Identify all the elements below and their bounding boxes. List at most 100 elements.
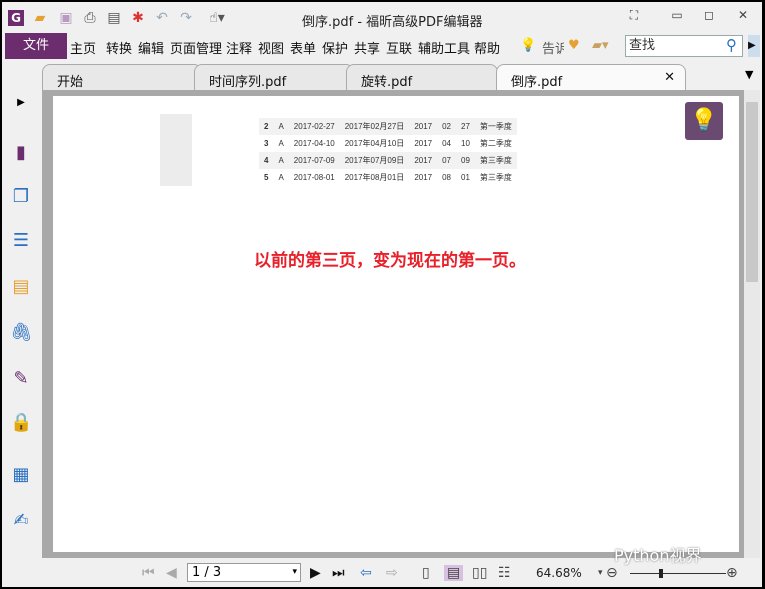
table-cell: 2017: [414, 173, 433, 182]
security-lock-icon[interactable]: 🔒: [10, 412, 32, 434]
menu-convert[interactable]: 转换: [106, 38, 132, 57]
menu-page-manage[interactable]: 页面管理: [170, 38, 222, 57]
table-cell: 10: [461, 139, 470, 148]
scrollbar-thumb[interactable]: [746, 102, 758, 282]
fullscreen-icon[interactable]: ⛶: [624, 8, 644, 23]
tab-list-icon[interactable]: ▼: [745, 68, 753, 81]
table-cell: 第二季度: [479, 139, 512, 148]
document-viewer[interactable]: 2 A 2017-02-27 2017年02月27日 2017 02 27 第一季度 3 A 201…: [42, 90, 760, 558]
undo-icon[interactable]: ↶: [154, 10, 170, 26]
menu-help[interactable]: 帮助: [474, 38, 500, 57]
table-cell: A: [278, 156, 284, 165]
form-fields-icon[interactable]: ▦: [10, 464, 32, 486]
previous-view-icon[interactable]: ⇦: [360, 565, 372, 581]
annotation-text: 以前的第三页，变为现在的第一页。: [254, 251, 526, 271]
document-tabs: 开始 时间序列.pdf 旋转.pdf 倒序.pdf ✕ ▼: [2, 62, 762, 90]
table-cell: 27: [461, 122, 470, 131]
menu-bar: 文件 主页 转换 编辑 页面管理 注释 视图 表单 保护 共享 互联 辅助工具 …: [2, 33, 762, 59]
table-cell: 2017-04-10: [293, 139, 335, 148]
menu-connect[interactable]: 互联: [386, 38, 412, 57]
menu-share[interactable]: 共享: [354, 38, 380, 57]
close-tab-icon[interactable]: ✕: [664, 70, 675, 85]
menu-view[interactable]: 视图: [258, 38, 284, 57]
tab-reverse[interactable]: 倒序.pdf ✕: [496, 64, 686, 90]
next-page-icon[interactable]: ▶: [310, 565, 321, 581]
layers-icon[interactable]: ☰: [10, 230, 32, 252]
table-cell: 2017年07月09日: [344, 156, 405, 165]
table-row: 2 A 2017-02-27 2017年02月27日 2017 02 27 第一季度: [259, 118, 517, 135]
table-cell: 09: [461, 156, 470, 165]
app-window: G ▰ ▣ ⎙ ▤ ✱ ↶ ↷ ☝▾ 倒序.pdf - 福昕高级PDF编辑器 ⛶…: [2, 2, 762, 587]
expand-panel-icon[interactable]: ▶: [10, 92, 32, 114]
pages-icon[interactable]: ❐: [10, 186, 32, 208]
table-cell: 2017: [414, 156, 433, 165]
certificate-icon[interactable]: ✍: [10, 510, 32, 532]
table-cell: 2017年02月27日: [344, 122, 405, 131]
next-view-icon[interactable]: ⇨: [386, 565, 398, 581]
maximize-button[interactable]: ◻: [699, 8, 719, 22]
page-number-input[interactable]: 1 / 3 ▾: [187, 563, 301, 582]
table-cell: 第三季度: [479, 156, 512, 165]
zoom-dropdown-icon[interactable]: ▾: [598, 568, 603, 578]
watermark: Python视界: [614, 546, 702, 565]
tab-label: 时间序列.pdf: [209, 75, 287, 90]
table-cell: A: [278, 139, 284, 148]
minimize-button[interactable]: ▭: [667, 8, 687, 22]
pdf-page: 2 A 2017-02-27 2017年02月27日 2017 02 27 第一季度 3 A 201…: [53, 96, 739, 552]
first-page-icon[interactable]: ⏮: [142, 565, 155, 581]
heart-icon[interactable]: ♥: [568, 38, 580, 53]
lightbulb-tip-icon[interactable]: 💡: [685, 102, 723, 140]
open-folder-icon[interactable]: ▰: [32, 10, 48, 26]
zoom-out-icon[interactable]: ⊖: [606, 565, 618, 581]
zoom-in-icon[interactable]: ⊕: [726, 565, 738, 581]
tab-rotate[interactable]: 旋转.pdf: [346, 64, 498, 90]
folder-search-icon[interactable]: ▰▾: [592, 38, 609, 53]
table-cell: 3: [264, 139, 269, 148]
menu-accessibility[interactable]: 辅助工具: [418, 38, 470, 57]
menu-edit[interactable]: 编辑: [138, 38, 164, 57]
window-title: 倒序.pdf - 福昕高级PDF编辑器: [302, 15, 483, 30]
bookmark-icon[interactable]: ▮: [10, 142, 32, 164]
tab-label: 旋转.pdf: [361, 75, 413, 90]
table-cell: 02: [442, 122, 452, 131]
app-logo-icon: G: [8, 10, 24, 26]
signature-icon[interactable]: ✎: [10, 368, 32, 390]
expand-ribbon-icon[interactable]: ▶: [748, 35, 760, 57]
table-cell: 07: [442, 156, 452, 165]
comments-icon[interactable]: ▤: [10, 276, 32, 298]
last-page-icon[interactable]: ⏭: [332, 565, 345, 581]
vertical-scrollbar[interactable]: [744, 90, 760, 558]
close-button[interactable]: ✕: [733, 8, 753, 22]
table-cell: 04: [442, 139, 452, 148]
search-icon[interactable]: ⚲: [726, 36, 737, 54]
left-sidebar: ▶ ▮ ❐ ☰ ▤ 🖇 ✎ 🔒 ▦ ✍: [2, 90, 40, 560]
menu-form[interactable]: 表单: [290, 38, 316, 57]
menu-comment[interactable]: 注释: [226, 38, 252, 57]
properties-icon[interactable]: ▤: [106, 10, 122, 26]
single-page-icon[interactable]: ▯: [422, 565, 430, 581]
redo-icon[interactable]: ↷: [178, 10, 194, 26]
continuous-page-icon[interactable]: ▤: [444, 565, 464, 581]
print-icon[interactable]: ⎙: [82, 10, 98, 26]
zoom-slider-thumb[interactable]: [658, 569, 663, 578]
menu-file[interactable]: 文件: [5, 33, 67, 59]
attachment-icon[interactable]: 🖇: [10, 322, 33, 344]
tell-me[interactable]: 告诉: [542, 38, 564, 57]
hand-tool-icon[interactable]: ☝▾: [202, 10, 232, 26]
new-icon[interactable]: ✱: [130, 10, 146, 26]
zoom-level[interactable]: 64.68%: [536, 566, 582, 580]
save-icon[interactable]: ▣: [58, 10, 74, 26]
tab-start[interactable]: 开始: [42, 64, 202, 90]
table-cell: 4: [264, 156, 269, 165]
facing-pages-icon[interactable]: ▯▯: [472, 565, 487, 581]
prev-page-icon[interactable]: ◀: [166, 565, 177, 581]
table-cell: 01: [461, 173, 470, 182]
table-cell: 2: [264, 122, 269, 131]
continuous-facing-icon[interactable]: ☷: [498, 565, 511, 581]
table-cell: 第一季度: [479, 122, 512, 131]
menu-home[interactable]: 主页: [70, 38, 96, 57]
zoom-slider[interactable]: [630, 569, 726, 578]
menu-protect[interactable]: 保护: [322, 38, 348, 57]
table-cell: 2017年08月01日: [344, 173, 405, 182]
tab-time-series[interactable]: 时间序列.pdf: [194, 64, 354, 90]
